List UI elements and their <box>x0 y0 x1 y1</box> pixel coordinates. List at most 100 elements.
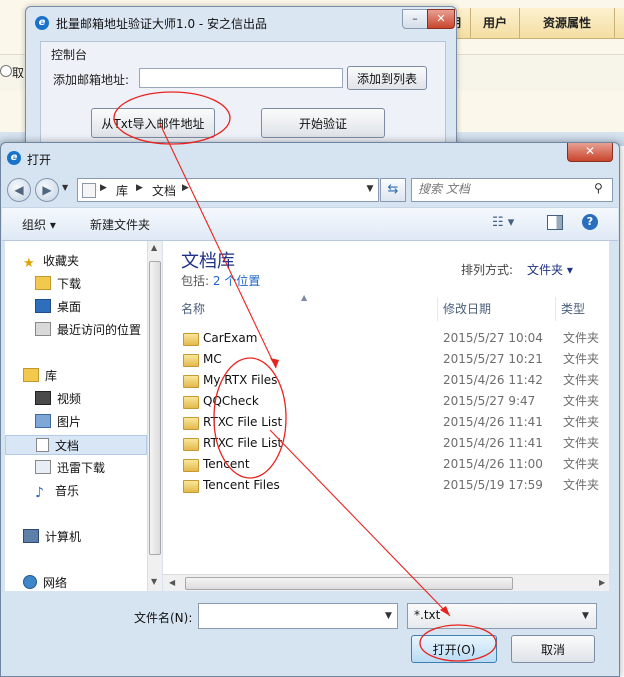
folder-icon <box>183 396 199 409</box>
nav-libraries[interactable]: 库 <box>23 366 57 386</box>
forward-arrow-icon: ▶ <box>42 183 52 197</box>
control-panel-label: 控制台 <box>51 48 88 62</box>
help-icon[interactable]: ? <box>582 214 598 230</box>
scroll-down-icon[interactable]: ▼ <box>151 577 157 586</box>
view-options-icon[interactable]: ☷ ▾ <box>492 215 514 230</box>
history-dropdown-icon[interactable]: ▼ <box>62 183 68 192</box>
filename-dropdown-icon[interactable]: ▼ <box>385 611 392 621</box>
start-verify-button[interactable]: 开始验证 <box>261 108 385 138</box>
file-type: 文件夹 <box>563 478 600 492</box>
file-row[interactable]: RTXC File List 2015/4/26 11:41 文件夹 <box>181 412 609 433</box>
nav-videos[interactable]: 视频 <box>35 389 81 409</box>
folder-icon <box>183 459 199 472</box>
filename-label: 文件名(N): <box>134 611 193 625</box>
file-type: 文件夹 <box>563 415 600 429</box>
bg-radio[interactable] <box>0 65 12 77</box>
nav-scrollbar[interactable]: ▲ ▼ <box>147 241 162 591</box>
filetype-select[interactable]: *.txt ▼ <box>407 603 597 629</box>
hscroll-thumb[interactable] <box>185 577 513 590</box>
address-dropdown-icon[interactable]: ▼ <box>363 179 377 200</box>
file-row[interactable]: RTXC File List 2015/4/26 11:41 文件夹 <box>181 433 609 454</box>
nav-thunder-label: 迅雷下载 <box>57 461 106 475</box>
open-button[interactable]: 打开(O) <box>411 635 497 663</box>
nav-network[interactable]: 网络 <box>23 573 67 593</box>
nav-computer[interactable]: 计算机 <box>23 527 81 547</box>
nav-scroll-thumb[interactable] <box>149 261 161 555</box>
nav-documents[interactable]: 文档 <box>5 435 147 455</box>
scroll-right-icon[interactable]: ▶ <box>599 578 605 587</box>
refresh-button[interactable]: ⇆ <box>380 178 406 202</box>
nav-videos-label: 视频 <box>57 392 82 406</box>
thunder-folder-icon <box>35 460 51 474</box>
arrange-dropdown[interactable]: 文件夹 ▾ <box>527 261 573 278</box>
pictures-icon <box>35 414 51 428</box>
nav-favorites[interactable]: ★ 收藏夹 <box>23 251 79 271</box>
nav-documents-label: 文档 <box>55 439 80 453</box>
nav-recent[interactable]: 最近访问的位置 <box>35 320 141 340</box>
dialog-toolbar: 组织 ▾ 新建文件夹 ☷ ▾ ? <box>2 207 618 241</box>
videos-icon <box>35 391 51 405</box>
cancel-button[interactable]: 取消 <box>511 635 595 663</box>
app-logo-icon: e <box>35 16 49 30</box>
computer-icon <box>23 529 39 543</box>
music-icon: ♪ <box>35 485 44 501</box>
column-date[interactable]: 修改日期 <box>437 297 556 321</box>
back-button[interactable]: ◀ <box>7 178 31 202</box>
nav-desktop[interactable]: 桌面 <box>35 297 81 317</box>
network-icon <box>23 575 37 589</box>
column-name[interactable]: 名称 <box>175 297 438 321</box>
file-type: 文件夹 <box>563 331 600 345</box>
app-close-button[interactable]: ✕ <box>427 9 455 29</box>
organize-button[interactable]: 组织 ▾ <box>22 216 56 233</box>
email-input[interactable] <box>139 68 343 88</box>
bg-radio-label: 取 <box>12 66 25 80</box>
dialog-close-button[interactable]: ✕ <box>567 143 613 162</box>
forward-button[interactable]: ▶ <box>35 178 59 202</box>
file-row[interactable]: Tencent 2015/4/26 11:00 文件夹 <box>181 454 609 475</box>
file-name: Tencent Files <box>203 478 280 492</box>
file-type: 文件夹 <box>563 373 600 387</box>
nav-pictures[interactable]: 图片 <box>35 412 81 432</box>
filename-input[interactable] <box>198 603 398 629</box>
nav-downloads-label: 下载 <box>57 277 82 291</box>
app-titlebar[interactable]: e 批量邮箱地址验证大师1.0 - 安之信出品 – □ ✕ <box>26 7 456 39</box>
new-folder-button[interactable]: 新建文件夹 <box>90 216 150 233</box>
file-row[interactable]: MC 2015/5/27 10:21 文件夹 <box>181 349 609 370</box>
file-row[interactable]: Tencent Files 2015/5/19 17:59 文件夹 <box>181 475 609 496</box>
recent-places-icon <box>35 322 51 336</box>
app-minimize-button[interactable]: – <box>402 9 428 29</box>
library-locations-link[interactable]: 2 个位置 <box>213 274 260 288</box>
file-row[interactable]: CarExam 2015/5/27 10:04 文件夹 <box>181 328 609 349</box>
file-name: CarExam <box>203 331 258 345</box>
nav-music[interactable]: ♪ 音乐 <box>35 481 79 501</box>
file-row[interactable]: My RTX Files 2015/4/26 11:42 文件夹 <box>181 370 609 391</box>
breadcrumb-documents[interactable]: 文档 <box>152 182 176 199</box>
documents-icon <box>36 438 49 452</box>
scroll-up-icon[interactable]: ▲ <box>151 243 157 252</box>
add-to-list-button[interactable]: 添加到列表 <box>347 66 427 90</box>
search-box[interactable]: ⚲ <box>411 178 613 202</box>
search-icon[interactable]: ⚲ <box>594 181 603 195</box>
column-type[interactable]: 类型 <box>555 297 609 321</box>
import-from-txt-button[interactable]: 从Txt导入邮件地址 <box>91 108 215 138</box>
navigation-pane: ★ 收藏夹 下载 桌面 最近访问的位置 库 视频 图片 文档 迅雷下载 ♪ 音乐 计 <box>5 241 161 591</box>
app-window: e 批量邮箱地址验证大师1.0 - 安之信出品 – □ ✕ 控制台 添加邮箱地址… <box>25 6 457 148</box>
scroll-left-icon[interactable]: ◀ <box>169 578 175 587</box>
nav-desktop-label: 桌面 <box>57 300 82 314</box>
file-date: 2015/4/26 11:41 <box>443 436 543 450</box>
nav-downloads[interactable]: 下载 <box>35 274 81 294</box>
breadcrumb-sep-icon: ▶ <box>182 183 189 193</box>
horizontal-scrollbar[interactable]: ◀ ▶ <box>163 574 609 591</box>
filetype-dropdown-icon: ▼ <box>582 611 589 621</box>
dialog-title: 打开 <box>27 153 52 167</box>
file-date: 2015/4/26 11:41 <box>443 415 543 429</box>
preview-pane-icon[interactable] <box>547 215 563 230</box>
file-row[interactable]: QQCheck 2015/5/27 9:47 文件夹 <box>181 391 609 412</box>
arrange-label: 排列方式: <box>461 263 514 277</box>
nav-thunder[interactable]: 迅雷下载 <box>35 458 105 478</box>
search-input[interactable] <box>418 181 588 197</box>
folder-icon <box>183 375 199 388</box>
folder-icon <box>183 417 199 430</box>
address-bar[interactable]: ▶ 库 ▶ 文档 ▶ <box>77 178 379 202</box>
breadcrumb-libraries[interactable]: 库 <box>116 182 128 199</box>
